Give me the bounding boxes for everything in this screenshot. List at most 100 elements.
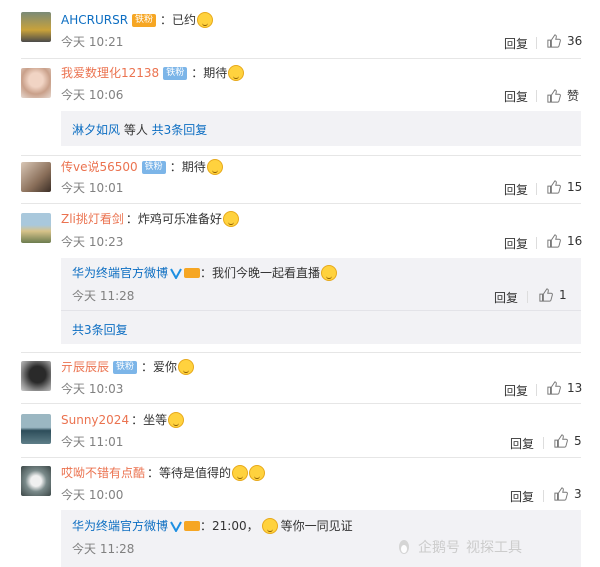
username[interactable]: 哎呦不错有点酷: [61, 465, 145, 481]
comment-text: ：期待: [169, 160, 206, 174]
avatar[interactable]: [21, 414, 51, 444]
thumbs-up-icon: [547, 34, 561, 48]
like-count: 13: [567, 381, 583, 395]
thumbs-up-icon: [554, 487, 568, 501]
like-count: 1: [559, 288, 567, 302]
thumbs-up-icon: [547, 88, 561, 103]
divider: [21, 403, 581, 404]
avatar[interactable]: [21, 466, 51, 496]
avatar[interactable]: [21, 361, 51, 391]
timestamp: 今天 10:23: [61, 235, 124, 249]
timestamp: 今天 10:06: [61, 88, 124, 102]
watermark: 企鹅号 视探工具: [396, 537, 522, 557]
comment-text: ：坐等: [131, 413, 168, 427]
like-button[interactable]: 36: [547, 34, 582, 48]
thumbs-up-icon: [554, 434, 568, 448]
reply-user-link[interactable]: 淋夕如风: [72, 123, 120, 137]
comment-text: ：等待是值得的: [147, 466, 232, 480]
like-count: 15: [567, 180, 583, 194]
like-count: 5: [574, 434, 582, 448]
divider: [536, 90, 537, 102]
timestamp: 今天 10:21: [61, 35, 124, 49]
more-replies-box: 淋夕如风 等人 共3条回复: [61, 111, 581, 146]
divider: [21, 155, 581, 156]
reply-button[interactable]: 回复: [504, 88, 528, 105]
emoji-icon: [321, 265, 338, 281]
emoji-icon: [232, 465, 249, 481]
timestamp: 今天 11:28: [72, 289, 135, 303]
more-replies-link[interactable]: 共3条回复: [72, 321, 128, 338]
divider: [543, 437, 544, 449]
divider: [21, 203, 581, 204]
like-button[interactable]: 13: [547, 381, 582, 395]
username[interactable]: 华为终端官方微博: [72, 265, 168, 281]
timestamp: 今天 11:01: [61, 435, 124, 449]
reply-button[interactable]: 回复: [510, 435, 534, 452]
divider: [536, 183, 537, 195]
reply-button[interactable]: 回复: [510, 488, 534, 505]
emoji-icon: [197, 12, 214, 28]
emoji-icon: [206, 159, 223, 175]
username[interactable]: AHCRURSR: [61, 12, 128, 28]
more-replies-link[interactable]: 共3条回复: [152, 123, 208, 137]
like-count: 赞: [567, 89, 580, 103]
divider: [527, 291, 528, 303]
emoji-icon: [222, 211, 239, 227]
like-button[interactable]: 3: [554, 487, 582, 501]
like-button[interactable]: 1: [539, 288, 567, 302]
watermark-text: 企鹅号: [418, 540, 460, 556]
divider: [21, 352, 581, 353]
divider: [21, 457, 581, 458]
fan-badge: 铁粉: [113, 360, 138, 374]
reply-button[interactable]: 回复: [504, 382, 528, 399]
divider: [536, 237, 537, 249]
reply-button[interactable]: 回复: [504, 181, 528, 198]
avatar[interactable]: [21, 68, 51, 98]
timestamp: 今天 10:00: [61, 488, 124, 502]
like-count: 3: [574, 487, 582, 501]
comment-text: 等你一同见证: [280, 519, 353, 533]
emoji-icon: [228, 65, 245, 81]
divider: [21, 58, 581, 59]
like-button[interactable]: 15: [547, 180, 582, 194]
reply-button[interactable]: 回复: [504, 235, 528, 252]
username[interactable]: 华为终端官方微博: [72, 518, 168, 534]
reply-box: 华为终端官方微博 ：我们今晚一起看直播 今天 11:28 回复 1 共3条回复: [61, 258, 581, 344]
username[interactable]: 亓辰辰辰: [61, 359, 109, 375]
emoji-icon: [178, 359, 195, 375]
comment-text: ：炸鸡可乐准备好: [125, 212, 222, 226]
fan-badge: 铁粉: [163, 66, 188, 80]
like-button[interactable]: 16: [547, 234, 582, 248]
username[interactable]: Zli挑灯看剑: [61, 211, 124, 227]
like-count: 36: [567, 34, 583, 48]
verified-icon: [170, 520, 182, 534]
thumbs-up-icon: [547, 234, 561, 248]
fan-badge: 铁粉: [141, 160, 166, 174]
emoji-icon: [168, 412, 185, 428]
divider: [536, 384, 537, 396]
username[interactable]: 我爱数理化12138: [61, 65, 159, 81]
watermark-text: 视探工具: [466, 540, 522, 556]
comment-text: ：21:00，: [200, 519, 259, 533]
reply-button[interactable]: 回复: [494, 289, 518, 306]
divider: [536, 37, 537, 49]
avatar[interactable]: [21, 162, 51, 192]
like-button[interactable]: 5: [554, 434, 582, 448]
divider: [543, 490, 544, 502]
avatar[interactable]: [21, 12, 51, 42]
username[interactable]: Sunny2024: [61, 412, 129, 428]
thumbs-up-icon: [547, 180, 561, 194]
avatar[interactable]: [21, 213, 51, 243]
others-label: 等人: [120, 123, 152, 137]
comment-text: ：爱你: [141, 360, 178, 374]
timestamp: 今天 10:01: [61, 181, 124, 195]
username[interactable]: 传ve说56500: [61, 159, 138, 175]
timestamp: 今天 11:28: [72, 542, 135, 556]
emoji-icon: [249, 465, 266, 481]
like-button[interactable]: 赞: [547, 87, 579, 104]
level-icon: [184, 267, 201, 279]
divider: [61, 310, 581, 311]
penguin-icon: [399, 540, 409, 554]
reply-button[interactable]: 回复: [504, 35, 528, 52]
timestamp: 今天 10:03: [61, 382, 124, 396]
